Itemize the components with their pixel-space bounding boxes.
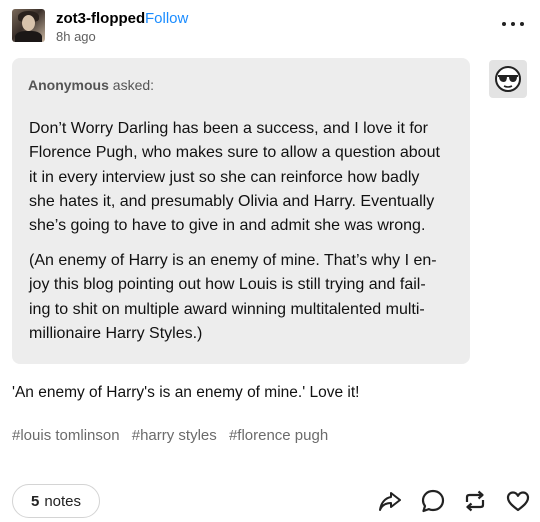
ask-line: joy this blog pointing out how Louis is … [29, 276, 426, 294]
ask-line: ing to shit on multiple award winning mu… [29, 300, 425, 318]
ask-line: (An enemy of Harry is an enemy of mine. … [29, 252, 437, 269]
ask-line: it in every interview just so she can re… [29, 168, 420, 186]
ask-paragraph-2: (An enemy of Harry is an enemy of mine. … [29, 249, 459, 346]
reply-icon[interactable] [420, 488, 446, 514]
anonymous-avatar [489, 60, 527, 98]
more-options-icon[interactable] [502, 14, 524, 34]
ask-line: millionaire Harry Styles.) [29, 324, 203, 342]
asked-suffix: asked: [108, 77, 155, 93]
ask-line: she’s going to have to give in and admit… [29, 217, 426, 235]
like-icon[interactable] [505, 488, 531, 514]
post-timestamp[interactable]: 8h ago [56, 29, 96, 44]
reblog-icon[interactable] [462, 488, 488, 514]
tag-harry-styles[interactable]: #harry styles [132, 427, 217, 444]
sunglasses-face-icon [495, 66, 521, 92]
username-link[interactable]: zot3-flopped [56, 10, 145, 27]
ask-container: Anonymous asked: Don’t Worry Darling has… [12, 58, 470, 364]
user-avatar[interactable] [12, 9, 45, 42]
tag-florence-pugh[interactable]: #florence pugh [229, 427, 328, 444]
follow-button[interactable]: Follow [145, 10, 188, 27]
ask-paragraph-1: Don’t Worry Darling has been a success, … [29, 117, 459, 238]
share-icon[interactable] [377, 488, 403, 514]
ask-label: Anonymous asked: [28, 77, 154, 93]
answer-text: 'An enemy of Harry's is an enemy of mine… [12, 384, 360, 401]
asker-name: Anonymous [28, 77, 109, 93]
tag-louis-tomlinson[interactable]: #louis tomlinson [12, 427, 120, 444]
ask-line: Don’t Worry Darling has been a success, … [29, 120, 428, 137]
post-header: zot3-flopped Follow 8h ago [0, 0, 540, 52]
ask-line: she hates it, and presumably Olivia and … [29, 192, 435, 210]
post-actions [0, 488, 540, 514]
tag-list: #louis tomlinson #harry styles #florence… [12, 427, 336, 444]
ask-line: Florence Pugh, who makes sure to allow a… [29, 144, 440, 162]
